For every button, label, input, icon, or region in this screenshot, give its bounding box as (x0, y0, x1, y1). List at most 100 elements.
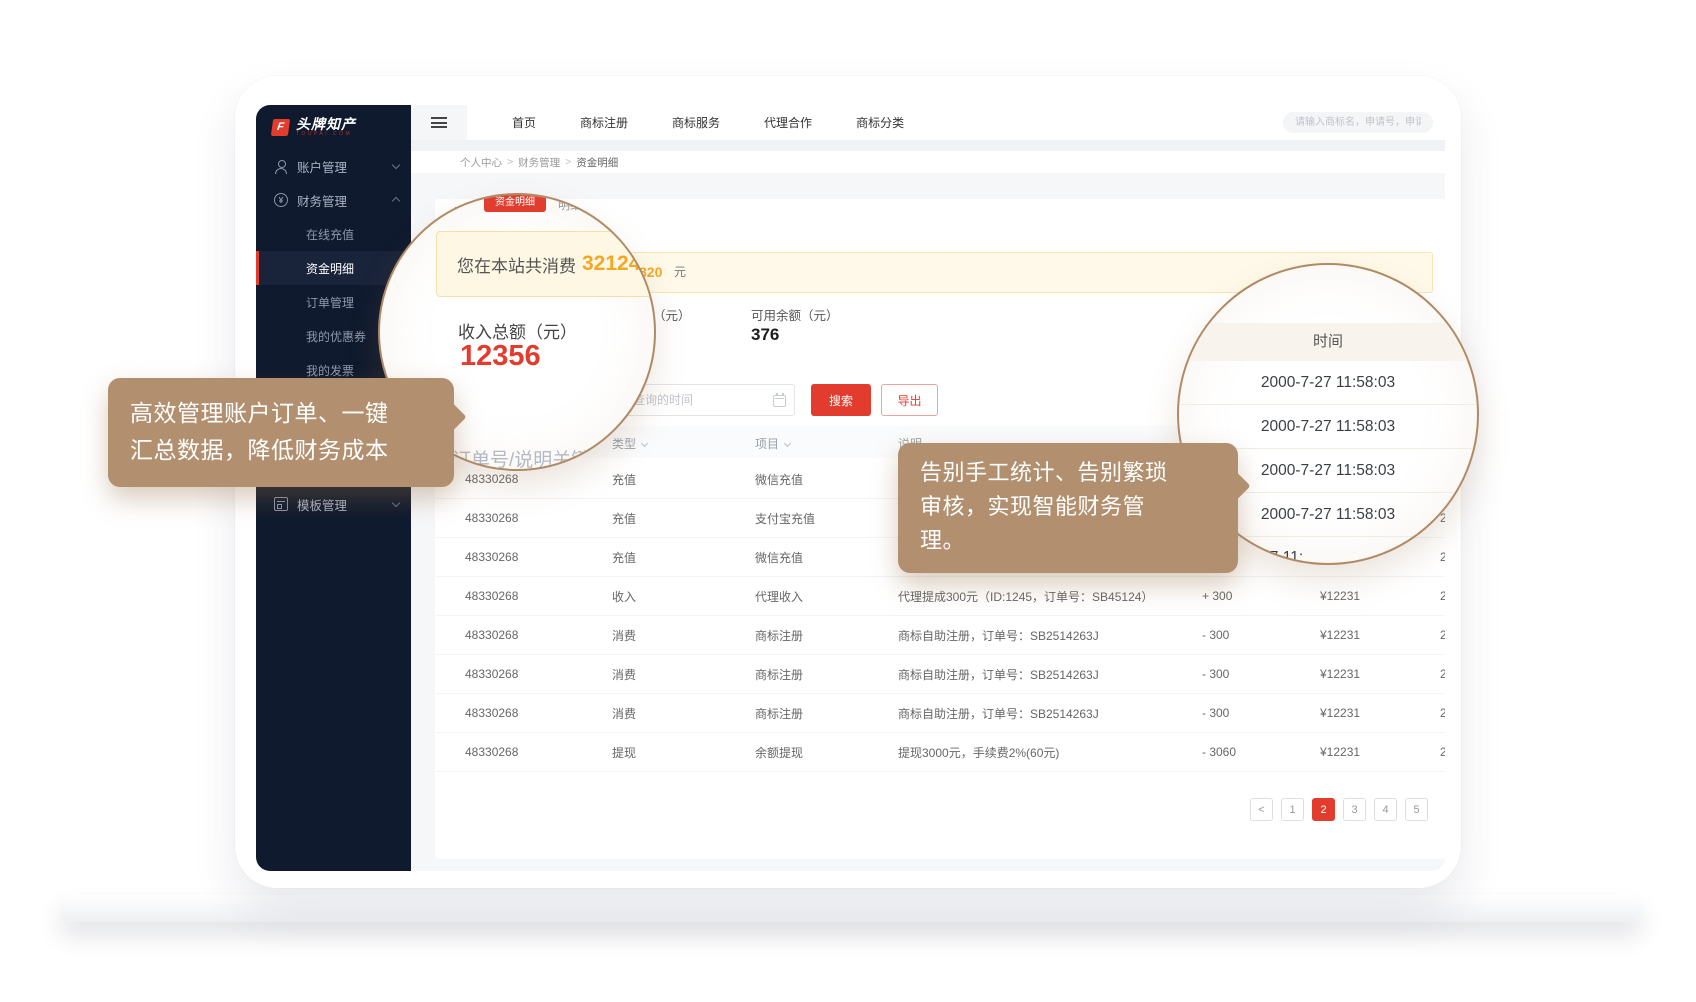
cell-project: 代理收入 (755, 588, 898, 605)
cell-type: 消费 (612, 627, 755, 644)
cell-balance: ¥12231 (1310, 628, 1440, 642)
nav-item-2[interactable]: 商标注册 (580, 114, 628, 131)
breadcrumb-separator: > (565, 156, 571, 168)
template-icon (274, 497, 288, 511)
sidebar-item-label: 账户管理 (297, 157, 393, 176)
callout-left: 高效管理账户订单、一键 汇总数据，降低财务成本 (108, 378, 454, 487)
cell-order: 48330268 (465, 550, 612, 564)
cell-project: 微信充值 (755, 471, 898, 488)
cell-type: 提现 (612, 744, 755, 761)
table-row: 48330268消费商标注册商标自助注册，订单号：SB2514263J- 300… (435, 694, 1445, 733)
cell-project: 商标注册 (755, 666, 898, 683)
magnified-time-row: 2000-7-27 11:58:03 (1179, 361, 1477, 405)
sidebar-subitem-在线充值[interactable]: 在线充值 (256, 217, 411, 251)
breadcrumb: 个人中心 > 财务管理 > 资金明细 (411, 151, 1445, 173)
cell-amount: + 300 (1190, 589, 1310, 603)
banner-unit: 元 (674, 253, 686, 292)
cell-order: 48330268 (465, 589, 612, 603)
magnified-table-header-fragment: 订单号/说明关键 (452, 445, 590, 471)
nav-item-1[interactable]: 首页 (512, 114, 536, 131)
search-button[interactable]: 搜索 (811, 384, 871, 416)
pagination-page-5[interactable]: 5 (1405, 798, 1428, 821)
cell-desc: 商标自助注册，订单号：SB2514263J (898, 705, 1190, 722)
pagination-page-3[interactable]: 3 (1343, 798, 1366, 821)
cell-balance: ¥12231 (1310, 706, 1440, 720)
nav-item-5[interactable]: 商标分类 (856, 114, 904, 131)
header-type[interactable]: 类型 (612, 435, 755, 452)
cell-order: 48330268 (465, 706, 612, 720)
table-row: 48330268提现余额提现提现3000元，手续费2%(60元)- 3060¥1… (435, 733, 1445, 772)
sidebar-subitem-label: 资金明细 (306, 260, 399, 277)
topbar: 首页 商标注册 商标服务 代理合作 商标分类 (411, 105, 1445, 141)
cell-type: 消费 (612, 666, 755, 683)
cell-type: 收入 (612, 588, 755, 605)
page: F 头牌知产 TOUPAI.COM 账户管理财务管理在线充值资金明细订单管理我的… (0, 0, 1696, 1002)
pagination-page-2[interactable]: 2 (1312, 798, 1335, 821)
header-project[interactable]: 项目 (755, 435, 898, 452)
user-icon (274, 159, 288, 173)
pagination-page-4[interactable]: 4 (1374, 798, 1397, 821)
pagination-prev-button[interactable]: < (1250, 798, 1273, 821)
available-balance-label: 可用余额（元） (751, 305, 839, 324)
export-button[interactable]: 导出 (881, 384, 938, 416)
callout-right: 告别手工统计、告别繁琐 审核，实现智能财务管 理。 (898, 443, 1238, 573)
nav-item-4[interactable]: 代理合作 (764, 114, 812, 131)
cell-order: 48330268 (465, 628, 612, 642)
breadcrumb-item[interactable]: 财务管理 (518, 155, 560, 170)
magnified-tab-fragment: 明细 (558, 196, 582, 213)
chevron-down-icon (392, 499, 400, 507)
sidebar-item-label: 财务管理 (297, 191, 393, 210)
sidebar-subitem-label: 在线充值 (306, 226, 399, 243)
magnified-banner-amount: 32124 (582, 252, 640, 276)
top-nav: 首页 商标注册 商标服务 代理合作 商标分类 (512, 114, 948, 131)
cell-time: 2000-7-27 11:58:03 (1440, 706, 1445, 720)
cell-desc: 代理提成300元（ID:1245，订单号：SB45124） (898, 588, 1190, 605)
callout-right-line1: 告别手工统计、告别繁琐 (920, 456, 1216, 490)
cell-balance: ¥12231 (1310, 745, 1440, 759)
callout-right-line2: 审核，实现智能财务管 (920, 490, 1216, 524)
cell-time: 2000-7-27 11:58:03 (1440, 628, 1445, 642)
cell-balance: ¥12231 (1310, 589, 1440, 603)
sidebar-item-财务管理[interactable]: 财务管理 (256, 183, 411, 217)
callout-right-line3: 理。 (920, 524, 1216, 558)
chevron-up-icon (392, 197, 400, 205)
cell-time: 2000-7-27 11:58:03 (1440, 589, 1445, 603)
cell-project: 商标注册 (755, 705, 898, 722)
breadcrumb-item[interactable]: 个人中心 (460, 155, 502, 170)
pagination-page-1[interactable]: 1 (1281, 798, 1304, 821)
cell-project: 支付宝充值 (755, 510, 898, 527)
breadcrumb-separator: > (507, 156, 513, 168)
cell-order: 48330268 (465, 511, 612, 525)
callout-left-line1: 高效管理账户订单、一键 (130, 395, 432, 432)
cell-amount: - 300 (1190, 628, 1310, 642)
sidebar-item-label: 模板管理 (297, 495, 393, 514)
table-row: 48330268收入代理收入代理提成300元（ID:1245，订单号：SB451… (435, 577, 1445, 616)
sort-caret-icon (641, 439, 648, 446)
nav-item-3[interactable]: 商标服务 (672, 114, 720, 131)
cell-type: 充值 (612, 510, 755, 527)
logo-name: 头牌知产 (296, 117, 356, 131)
cell-time: 2000-7-27 11:58:03 (1440, 745, 1445, 759)
trademark-search-input[interactable] (1283, 112, 1433, 133)
cell-time: 2000-7-27 11:58:03 (1440, 550, 1445, 564)
magnified-banner-prefix: 您在本站共消费 (457, 252, 576, 277)
callout-left-line2: 汇总数据，降低财务成本 (130, 432, 432, 469)
cell-time: 2000-7-27 11:58:03 (1440, 667, 1445, 681)
sort-caret-icon (784, 439, 791, 446)
sidebar-item-账户管理[interactable]: 账户管理 (256, 149, 411, 183)
cell-project: 余额提现 (755, 744, 898, 761)
magnified-banner: 您在本站共消费 32124 元 (436, 231, 656, 297)
cell-order: 48330268 (465, 472, 612, 486)
cell-type: 消费 (612, 705, 755, 722)
sidebar-item-模板管理[interactable]: 模板管理 (256, 487, 411, 521)
cell-type: 充值 (612, 471, 755, 488)
breadcrumb-item[interactable]: 资金明细 (576, 155, 618, 170)
sidebar: F 头牌知产 TOUPAI.COM 账户管理财务管理在线充值资金明细订单管理我的… (256, 105, 411, 871)
logo-mark-icon: F (271, 119, 290, 136)
menu-toggle-button[interactable] (411, 105, 467, 140)
logo: F 头牌知产 TOUPAI.COM (256, 105, 411, 149)
cell-amount: - 300 (1190, 667, 1310, 681)
laptop-base (59, 895, 1642, 922)
chevron-down-icon (392, 161, 400, 169)
cell-amount: - 300 (1190, 706, 1310, 720)
